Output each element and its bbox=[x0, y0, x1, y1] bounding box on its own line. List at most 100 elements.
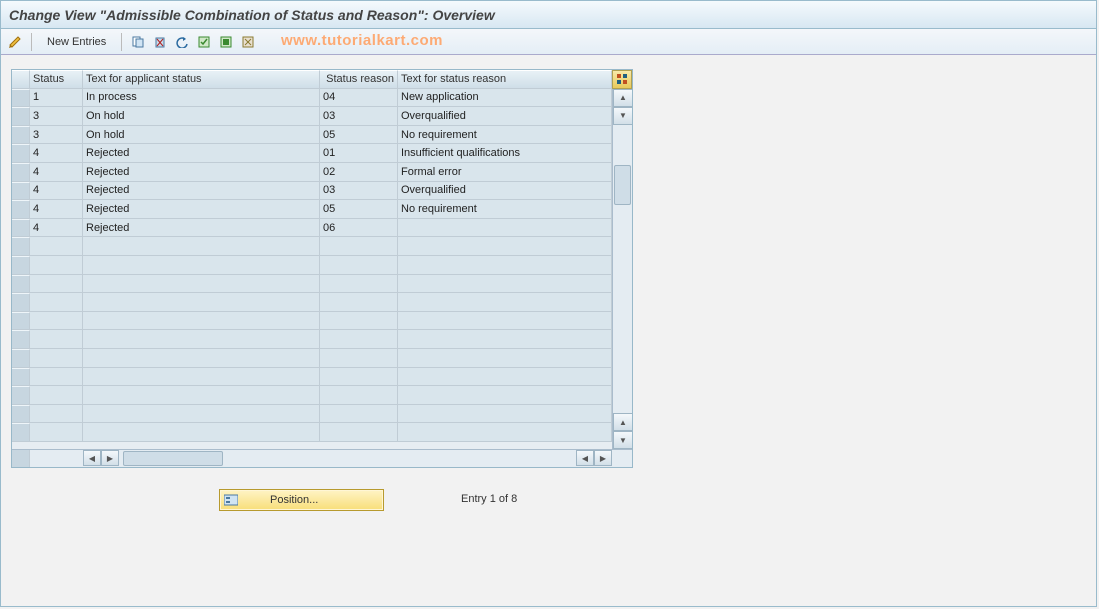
copy-icon[interactable] bbox=[128, 32, 148, 52]
scroll-down-icon[interactable]: ▼ bbox=[613, 107, 632, 125]
row-selector[interactable] bbox=[12, 107, 30, 126]
cell-status[interactable]: 4 bbox=[30, 144, 83, 163]
cell-status-reason[interactable] bbox=[320, 237, 398, 256]
row-selector[interactable] bbox=[12, 275, 30, 294]
cell-text-applicant[interactable] bbox=[83, 330, 320, 349]
change-toggle-icon[interactable] bbox=[5, 32, 25, 52]
cell-status-reason[interactable] bbox=[320, 256, 398, 275]
cell-text-applicant[interactable] bbox=[83, 368, 320, 387]
cell-text-reason[interactable] bbox=[398, 330, 612, 349]
cell-text-reason[interactable] bbox=[398, 256, 612, 275]
cell-text-applicant[interactable] bbox=[83, 405, 320, 424]
hscroll-left2-icon[interactable]: ◀ bbox=[576, 450, 594, 466]
cell-text-reason[interactable] bbox=[398, 405, 612, 424]
cell-status-reason[interactable]: 04 bbox=[320, 89, 398, 108]
cell-status[interactable] bbox=[30, 330, 83, 349]
row-selector[interactable] bbox=[12, 219, 30, 238]
row-selector[interactable] bbox=[12, 237, 30, 256]
cell-text-reason[interactable] bbox=[398, 275, 612, 294]
row-selector[interactable] bbox=[12, 144, 30, 163]
row-selector[interactable] bbox=[12, 423, 30, 442]
cell-text-reason[interactable]: No requirement bbox=[398, 126, 612, 145]
vertical-scrollbar[interactable]: ▲ ▼ ▲ ▼ bbox=[612, 89, 632, 449]
cell-text-reason[interactable] bbox=[398, 312, 612, 331]
row-selector[interactable] bbox=[12, 312, 30, 331]
cell-status[interactable] bbox=[30, 349, 83, 368]
cell-status[interactable]: 1 bbox=[30, 89, 83, 108]
cell-status-reason[interactable] bbox=[320, 386, 398, 405]
cell-status-reason[interactable]: 02 bbox=[320, 163, 398, 182]
cell-text-applicant[interactable]: On hold bbox=[83, 107, 320, 126]
cell-status-reason[interactable] bbox=[320, 349, 398, 368]
scroll-down2-icon[interactable]: ▼ bbox=[613, 431, 632, 449]
cell-text-reason[interactable] bbox=[398, 219, 612, 238]
cell-status[interactable] bbox=[30, 368, 83, 387]
row-selector-header[interactable] bbox=[12, 70, 30, 89]
cell-status-reason[interactable] bbox=[320, 405, 398, 424]
col-status-reason[interactable]: Status reason bbox=[320, 70, 398, 89]
cell-status[interactable] bbox=[30, 405, 83, 424]
cell-status[interactable]: 4 bbox=[30, 182, 83, 201]
cell-status-reason[interactable] bbox=[320, 330, 398, 349]
delete-icon[interactable] bbox=[150, 32, 170, 52]
hscroll-right2-icon[interactable]: ▶ bbox=[594, 450, 612, 466]
cell-text-applicant[interactable] bbox=[83, 237, 320, 256]
cell-status-reason[interactable]: 06 bbox=[320, 219, 398, 238]
row-selector[interactable] bbox=[12, 256, 30, 275]
cell-text-applicant[interactable]: Rejected bbox=[83, 182, 320, 201]
hscroll-right-icon[interactable]: ▶ bbox=[101, 450, 119, 466]
cell-status-reason[interactable] bbox=[320, 312, 398, 331]
col-text-applicant[interactable]: Text for applicant status bbox=[83, 70, 320, 89]
scroll-thumb[interactable] bbox=[614, 165, 631, 205]
horizontal-scrollbar[interactable]: ◀ ▶ ◀ ▶ bbox=[12, 449, 632, 467]
scroll-up2-icon[interactable]: ▲ bbox=[613, 413, 632, 431]
cell-status[interactable]: 3 bbox=[30, 126, 83, 145]
cell-text-reason[interactable]: New application bbox=[398, 89, 612, 108]
cell-text-applicant[interactable]: Rejected bbox=[83, 219, 320, 238]
new-entries-button[interactable]: New Entries bbox=[38, 32, 115, 52]
row-selector[interactable] bbox=[12, 405, 30, 424]
cell-text-reason[interactable] bbox=[398, 237, 612, 256]
row-selector[interactable] bbox=[12, 293, 30, 312]
cell-status[interactable] bbox=[30, 275, 83, 294]
hscroll-thumb[interactable] bbox=[123, 451, 223, 466]
cell-text-applicant[interactable] bbox=[83, 293, 320, 312]
col-text-reason[interactable]: Text for status reason bbox=[398, 70, 612, 89]
deselect-all-icon[interactable] bbox=[238, 32, 258, 52]
cell-text-reason[interactable] bbox=[398, 293, 612, 312]
cell-status-reason[interactable]: 03 bbox=[320, 182, 398, 201]
cell-text-reason[interactable]: No requirement bbox=[398, 200, 612, 219]
cell-text-applicant[interactable] bbox=[83, 349, 320, 368]
row-selector[interactable] bbox=[12, 368, 30, 387]
cell-text-reason[interactable]: Overqualified bbox=[398, 182, 612, 201]
cell-text-reason[interactable]: Formal error bbox=[398, 163, 612, 182]
cell-text-applicant[interactable] bbox=[83, 423, 320, 442]
cell-status-reason[interactable]: 05 bbox=[320, 126, 398, 145]
cell-status[interactable]: 4 bbox=[30, 200, 83, 219]
cell-status-reason[interactable] bbox=[320, 423, 398, 442]
cell-status[interactable] bbox=[30, 312, 83, 331]
cell-status-reason[interactable]: 05 bbox=[320, 200, 398, 219]
cell-text-reason[interactable] bbox=[398, 386, 612, 405]
table-config-icon[interactable] bbox=[612, 70, 632, 89]
cell-status-reason[interactable]: 03 bbox=[320, 107, 398, 126]
row-selector[interactable] bbox=[12, 200, 30, 219]
cell-text-reason[interactable] bbox=[398, 368, 612, 387]
cell-status[interactable] bbox=[30, 293, 83, 312]
undo-icon[interactable] bbox=[172, 32, 192, 52]
row-selector[interactable] bbox=[12, 330, 30, 349]
cell-status-reason[interactable] bbox=[320, 293, 398, 312]
cell-text-reason[interactable]: Insufficient qualifications bbox=[398, 144, 612, 163]
cell-status[interactable] bbox=[30, 423, 83, 442]
cell-text-applicant[interactable] bbox=[83, 312, 320, 331]
row-selector[interactable] bbox=[12, 349, 30, 368]
row-selector[interactable] bbox=[12, 386, 30, 405]
cell-text-applicant[interactable]: Rejected bbox=[83, 163, 320, 182]
row-selector[interactable] bbox=[12, 126, 30, 145]
position-button[interactable]: Position... bbox=[219, 489, 384, 511]
cell-status[interactable] bbox=[30, 256, 83, 275]
cell-status-reason[interactable] bbox=[320, 368, 398, 387]
cell-text-applicant[interactable] bbox=[83, 386, 320, 405]
row-selector[interactable] bbox=[12, 89, 30, 108]
cell-status[interactable]: 3 bbox=[30, 107, 83, 126]
